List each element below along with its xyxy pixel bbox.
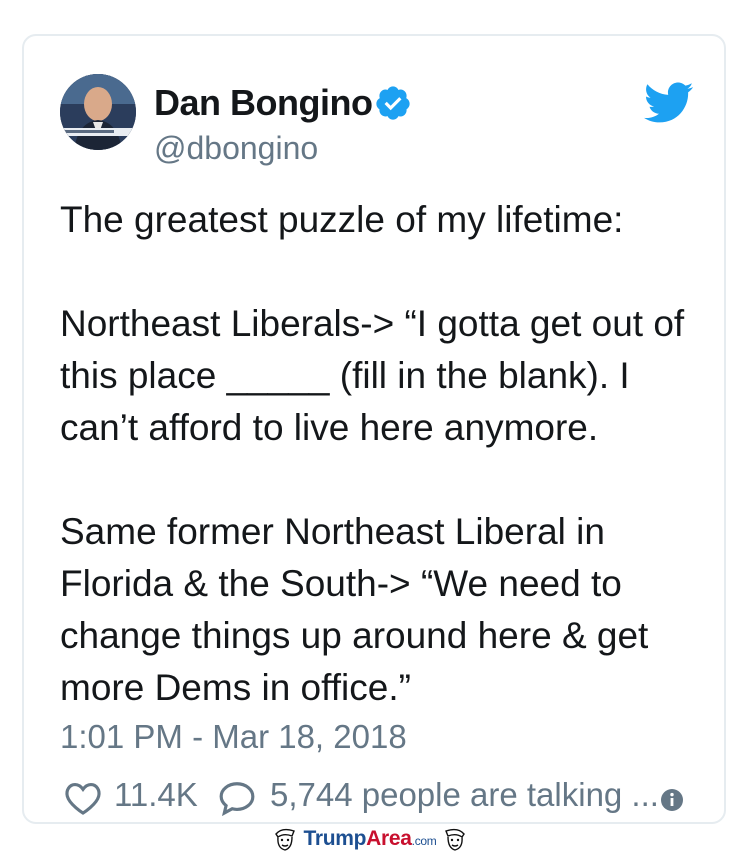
twitter-bird-icon[interactable] — [644, 82, 694, 124]
tweet-paragraph-1: The greatest puzzle of my lifetime: — [60, 199, 624, 240]
tweet-paragraph-2: Northeast Liberals-> “I gotta get out of… — [60, 303, 685, 448]
tweet-timestamp[interactable]: 1:01 PM - Mar 18, 2018 — [60, 718, 407, 756]
watermark: TrumpArea.com — [0, 824, 740, 854]
author-handle[interactable]: @dbongino — [154, 130, 318, 167]
watermark-suffix: .com — [411, 834, 437, 848]
tweet-card: Dan Bongino @dbongino The greatest puzzl… — [22, 34, 726, 824]
watermark-logo: TrumpArea.com — [304, 827, 437, 851]
people-talking-link[interactable]: 5,744 people are talking ... — [270, 776, 659, 814]
comment-bubble-icon[interactable] — [218, 780, 256, 816]
tweet-text: The greatest puzzle of my lifetime: Nort… — [60, 194, 700, 714]
author-name[interactable]: Dan Bongino — [154, 82, 373, 124]
heart-icon[interactable] — [64, 780, 102, 816]
avatar[interactable] — [60, 74, 136, 150]
info-icon[interactable] — [660, 788, 684, 812]
caricature-face-icon — [274, 828, 295, 851]
tweet-actions: 11.4K 5,744 people are talking ... — [64, 776, 704, 820]
caricature-face-icon — [445, 828, 466, 851]
watermark-brand-a: Trump — [303, 827, 367, 850]
avatar-image — [60, 74, 136, 150]
tweet-paragraph-3: Same former Northeast Liberal in Florida… — [60, 511, 649, 708]
watermark-brand-b: Area — [366, 827, 412, 850]
like-count[interactable]: 11.4K — [114, 776, 198, 814]
verified-badge-icon — [376, 86, 410, 120]
